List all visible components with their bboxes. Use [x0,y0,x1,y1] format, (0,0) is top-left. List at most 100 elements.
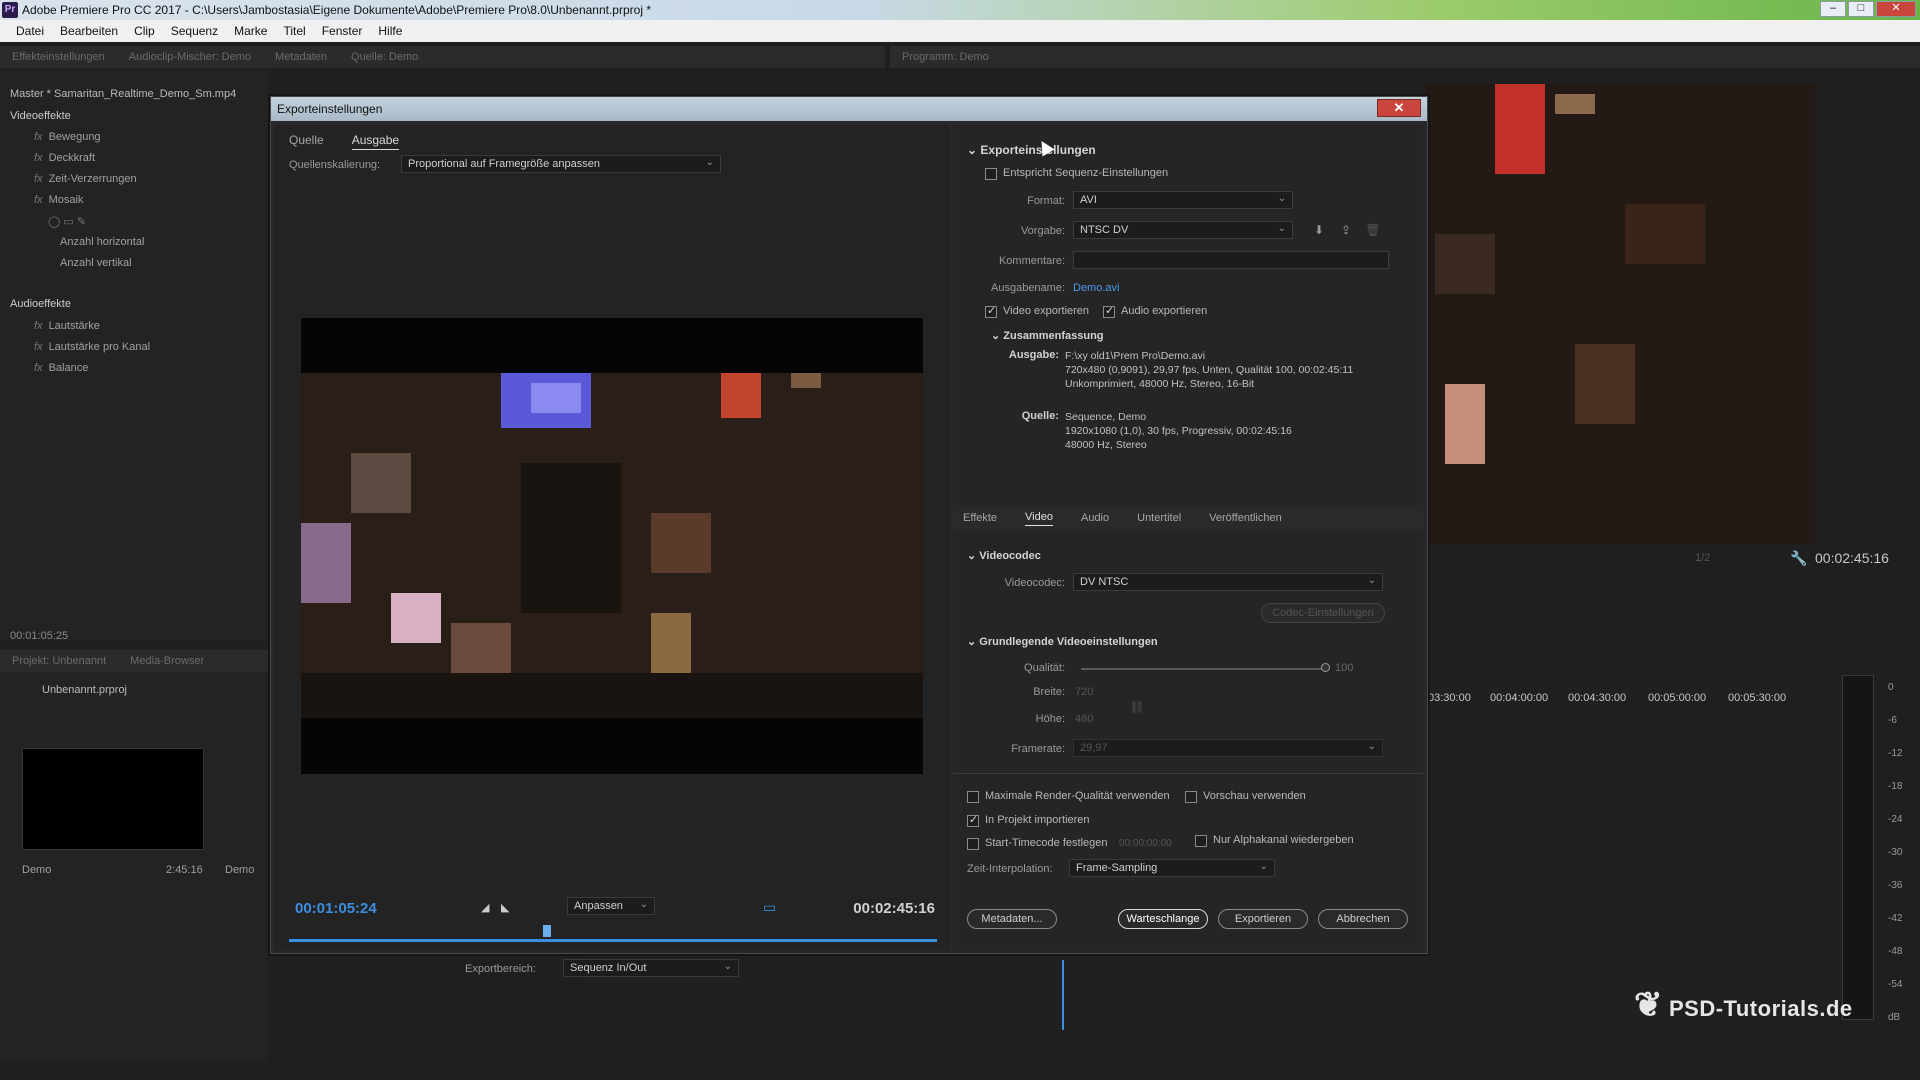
cancel-button[interactable]: Abbrechen [1318,909,1408,929]
mask-shape-icons[interactable]: ◯ ▭ ✎ [48,215,86,228]
comments-field[interactable] [1073,251,1389,269]
ruler-label: 00:04:00:00 [1490,692,1549,704]
start-timecode-value[interactable]: 00:00:00:00 [1119,838,1172,849]
menu-bearbeiten[interactable]: Bearbeiten [52,20,126,42]
param-anzahl-vertikal[interactable]: Anzahl vertikal [60,257,132,269]
meter-label: -36 [1888,880,1903,891]
program-panel-header: Programm: Demo [890,46,1920,68]
param-anzahl-horizontal[interactable]: Anzahl horizontal [60,236,144,248]
metadata-button[interactable]: Metadaten... [967,909,1057,929]
dialog-close-button[interactable]: ✕ [1377,99,1421,117]
codec-select[interactable]: DV NTSC ⌄ [1073,573,1383,591]
tab-media-browser[interactable]: Media-Browser [118,655,216,667]
summary-header[interactable]: ⌄ Zusammenfassung [991,329,1104,342]
effect-balance[interactable]: fx Balance [34,362,88,374]
codec-settings-button[interactable]: Codec-Einstellungen [1261,603,1385,623]
export-button[interactable]: Exportieren [1218,909,1308,929]
framerate-select[interactable]: 29,97 ⌄ [1073,739,1383,757]
preset-select[interactable]: NTSC DV ⌄ [1073,221,1293,239]
effect-mosaik[interactable]: fx Mosaik [34,194,83,206]
watermark-logo: ❦ PSD-Tutorials.de [1634,986,1853,1024]
interpolation-select[interactable]: Frame-Sampling ⌄ [1069,859,1275,877]
import-project-checkbox[interactable] [967,813,979,827]
effect-deckkraft[interactable]: fx Deckkraft [34,152,95,164]
export-audio-checkbox[interactable] [1103,304,1115,318]
tab-quelle-dialog[interactable]: Quelle [289,133,324,150]
menu-hilfe[interactable]: Hilfe [370,20,410,42]
effect-bewegung[interactable]: fx Bewegung [34,131,101,143]
tab-effekte[interactable]: Effekte [963,512,997,524]
import-preset-icon[interactable]: ⇪ [1338,223,1354,237]
save-preset-icon[interactable]: ⬇ [1311,223,1327,237]
mark-out-icon[interactable]: ◣ [501,901,509,914]
tab-quelle[interactable]: Quelle: Demo [339,51,430,63]
basic-video-header[interactable]: ⌄ Grundlegende Videoeinstellungen [967,635,1158,648]
timeline-playhead[interactable] [1062,960,1064,1030]
tab-video[interactable]: Video [1025,511,1053,526]
match-sequence-checkbox[interactable] [985,168,997,180]
menu-titel[interactable]: Titel [275,20,313,42]
effect-lautstaerke-pro-kanal[interactable]: fx Lautstärke pro Kanal [34,341,150,353]
menu-datei[interactable]: Datei [8,20,52,42]
quality-slider-knob[interactable] [1321,663,1330,672]
chevron-down-icon: ⌄ [991,330,1004,342]
export-settings-header[interactable]: ⌄ Exporteinstellungen [967,143,1096,157]
scaling-select[interactable]: Proportional auf Framegröße anpassen ⌄ [401,155,721,173]
maximize-button[interactable]: □ [1848,1,1874,17]
fx-icon: fx [34,320,43,332]
fit-select[interactable]: Anpassen ⌄ [567,897,655,915]
master-clip-label: Master * Samaritan_Realtime_Demo_Sm.mp4 [10,88,237,100]
delete-preset-icon[interactable]: 🗑 [1365,223,1381,237]
format-select[interactable]: AVI ⌄ [1073,191,1293,209]
meter-label: -24 [1888,814,1903,825]
export-video-checkbox[interactable] [985,304,997,318]
effect-zeit-verzerrungen[interactable]: fx Zeit-Verzerrungen [34,173,137,185]
interpolation-label: Zeit-Interpolation: [967,863,1053,875]
max-render-checkbox[interactable] [967,791,979,803]
tab-untertitel[interactable]: Untertitel [1137,512,1181,524]
aspect-correction-icon[interactable]: ▭ [763,899,776,916]
mark-in-icon[interactable]: ◢ [481,901,489,914]
tab-veroeffentlichen[interactable]: Veröffentlichen [1209,512,1282,524]
link-aspect-icon[interactable]: ⛓ [1129,700,1145,714]
effect-lautstaerke[interactable]: fx Lautstärke [34,320,100,332]
tab-metadaten[interactable]: Metadaten [263,51,339,63]
use-preview-checkbox[interactable] [1185,791,1197,803]
meter-label: -6 [1888,715,1897,726]
current-timecode[interactable]: 00:01:05:24 [295,900,377,917]
minimize-button[interactable]: – [1820,1,1846,17]
menu-marke[interactable]: Marke [226,20,275,42]
height-value[interactable]: 480 [1075,713,1093,725]
start-timecode-checkbox[interactable] [967,838,979,850]
wrench-icon[interactable]: 🔧 [1790,550,1807,567]
width-value[interactable]: 720 [1075,686,1093,698]
summary-source: Sequence, Demo 1920x1080 (1,0), 30 fps, … [1065,410,1292,452]
tab-audio[interactable]: Audio [1081,512,1109,524]
chevron-down-icon: ⌄ [1277,193,1286,204]
meter-label: -30 [1888,847,1903,858]
program-fraction[interactable]: 1/2 [1695,552,1710,564]
close-window-button[interactable]: ✕ [1876,1,1916,17]
quality-slider[interactable] [1081,668,1325,670]
tab-audioclip-mischer[interactable]: Audioclip-Mischer: Demo [117,51,263,63]
tab-effekteinstellungen[interactable]: Effekteinstellungen [0,51,117,63]
tab-projekt[interactable]: Projekt: Unbenannt [0,655,118,667]
alpha-only-checkbox[interactable] [1195,835,1207,847]
queue-button[interactable]: Warteschlange [1118,909,1208,929]
range-select[interactable]: Sequenz In/Out ⌄ [563,959,739,977]
program-monitor-preview[interactable] [1425,84,1815,544]
menu-clip[interactable]: Clip [126,20,163,42]
fx-icon: fx [34,194,43,206]
top-panel-tabs: Effekteinstellungen Audioclip-Mischer: D… [0,46,885,68]
clip-thumbnail[interactable] [22,748,204,850]
framerate-label: Framerate: [1011,743,1065,755]
preview-playhead[interactable] [543,925,551,937]
tab-ausgabe[interactable]: Ausgabe [351,133,400,150]
tab-programm[interactable]: Programm: Demo [890,51,1001,63]
menu-fenster[interactable]: Fenster [314,20,371,42]
preview-pane: Quelle Ausgabe Quellenskalierung: Propor… [275,125,949,977]
menu-sequenz[interactable]: Sequenz [163,20,226,42]
output-name-link[interactable]: Demo.avi [1073,282,1119,294]
codec-section-header[interactable]: ⌄ Videocodec [967,549,1041,562]
preview-scrub-bar[interactable] [289,939,937,942]
